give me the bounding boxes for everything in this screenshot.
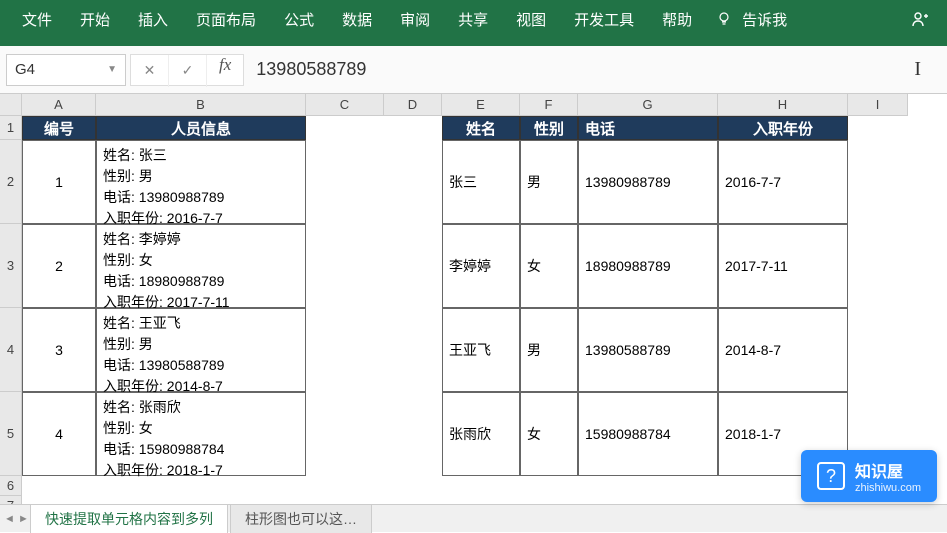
menu-help[interactable]: 帮助 bbox=[648, 0, 706, 38]
cell-B3[interactable]: 姓名: 李婷婷 性别: 女 电话: 18980988789 入职年份: 2017… bbox=[96, 224, 306, 308]
menu-data[interactable]: 数据 bbox=[328, 0, 386, 38]
tell-me[interactable]: 告诉我 bbox=[742, 0, 801, 38]
cell-G4[interactable]: 13980588789 bbox=[578, 308, 718, 392]
menu-layout[interactable]: 页面布局 bbox=[182, 0, 270, 38]
menu-share[interactable]: 共享 bbox=[444, 0, 502, 38]
cell-A1[interactable]: 编号 bbox=[22, 116, 96, 140]
col-header-C[interactable]: C bbox=[306, 94, 384, 116]
confirm-icon[interactable]: ✓ bbox=[169, 55, 207, 87]
row-header-3[interactable]: 3 bbox=[0, 224, 22, 308]
cell-E2[interactable]: 张三 bbox=[442, 140, 520, 224]
name-box[interactable]: G4 ▼ bbox=[6, 54, 126, 86]
spreadsheet: 1234567 ABCDEFGHI 编号人员信息姓名性别电话入职年份1姓名: 张… bbox=[0, 94, 947, 504]
text-cursor-icon: I bbox=[914, 58, 941, 81]
cell-F2[interactable]: 男 bbox=[520, 140, 578, 224]
watermark-title: 知识屋 bbox=[855, 458, 921, 482]
question-icon: ? bbox=[817, 462, 845, 490]
col-header-E[interactable]: E bbox=[442, 94, 520, 116]
cell-F1[interactable]: 性别 bbox=[520, 116, 578, 140]
sheet-tabs: ◄ ► 快速提取单元格内容到多列 柱形图也可以这… bbox=[0, 504, 947, 532]
cell-H1[interactable]: 入职年份 bbox=[718, 116, 848, 140]
cell-B2[interactable]: 姓名: 张三 性别: 男 电话: 13980988789 入职年份: 2016-… bbox=[96, 140, 306, 224]
cell-G1[interactable]: 电话 bbox=[578, 116, 718, 140]
row-header-2[interactable]: 2 bbox=[0, 140, 22, 224]
col-header-H[interactable]: H bbox=[718, 94, 848, 116]
lightbulb-icon bbox=[706, 11, 742, 27]
menu-file[interactable]: 文件 bbox=[8, 0, 66, 38]
cell-B1[interactable]: 人员信息 bbox=[96, 116, 306, 140]
col-header-A[interactable]: A bbox=[22, 94, 96, 116]
cell-E3[interactable]: 李婷婷 bbox=[442, 224, 520, 308]
cell-B5[interactable]: 姓名: 张雨欣 性别: 女 电话: 15980988784 入职年份: 2018… bbox=[96, 392, 306, 476]
cell-G3[interactable]: 18980988789 bbox=[578, 224, 718, 308]
cell-A3[interactable]: 2 bbox=[22, 224, 96, 308]
watermark-sub: zhishiwu.com bbox=[855, 482, 921, 494]
col-header-F[interactable]: F bbox=[520, 94, 578, 116]
row-header-6[interactable]: 6 bbox=[0, 476, 22, 496]
col-header-I[interactable]: I bbox=[848, 94, 908, 116]
cell-B4[interactable]: 姓名: 王亚飞 性别: 男 电话: 13980588789 入职年份: 2014… bbox=[96, 308, 306, 392]
fx-icon[interactable]: fx bbox=[207, 55, 243, 85]
formula-input[interactable] bbox=[248, 54, 910, 86]
cell-F5[interactable]: 女 bbox=[520, 392, 578, 476]
tab-nav-arrows[interactable]: ◄ ► bbox=[4, 513, 29, 525]
menu-review[interactable]: 审阅 bbox=[386, 0, 444, 38]
row-header-5[interactable]: 5 bbox=[0, 392, 22, 476]
cell-A2[interactable]: 1 bbox=[22, 140, 96, 224]
menu-view[interactable]: 视图 bbox=[502, 0, 560, 38]
menu-insert[interactable]: 插入 bbox=[124, 0, 182, 38]
row-header-1[interactable]: 1 bbox=[0, 116, 22, 140]
cell-A4[interactable]: 3 bbox=[22, 308, 96, 392]
name-box-value: G4 bbox=[15, 61, 35, 78]
col-header-G[interactable]: G bbox=[578, 94, 718, 116]
chevron-down-icon[interactable]: ▼ bbox=[107, 64, 117, 75]
cell-G2[interactable]: 13980988789 bbox=[578, 140, 718, 224]
menu-home[interactable]: 开始 bbox=[66, 0, 124, 38]
cell-E5[interactable]: 张雨欣 bbox=[442, 392, 520, 476]
share-user-icon[interactable] bbox=[901, 10, 939, 28]
watermark-badge: ? 知识屋 zhishiwu.com bbox=[801, 450, 937, 502]
cell-H3[interactable]: 2017-7-11 bbox=[718, 224, 848, 308]
cell-G5[interactable]: 15980988784 bbox=[578, 392, 718, 476]
menu-dev[interactable]: 开发工具 bbox=[560, 0, 648, 38]
cell-E4[interactable]: 王亚飞 bbox=[442, 308, 520, 392]
col-header-D[interactable]: D bbox=[384, 94, 442, 116]
cancel-icon[interactable]: ✕ bbox=[131, 55, 169, 87]
sheet-tab-2[interactable]: 柱形图也可以这… bbox=[230, 504, 372, 533]
cell-H4[interactable]: 2014-8-7 bbox=[718, 308, 848, 392]
select-all-corner[interactable] bbox=[0, 94, 22, 116]
formula-bar: G4 ▼ ✕ ✓ fx I bbox=[0, 46, 947, 94]
menu-formula[interactable]: 公式 bbox=[270, 0, 328, 38]
cell-F3[interactable]: 女 bbox=[520, 224, 578, 308]
row-header-4[interactable]: 4 bbox=[0, 308, 22, 392]
sheet-tab-active[interactable]: 快速提取单元格内容到多列 bbox=[30, 504, 228, 533]
cell-A5[interactable]: 4 bbox=[22, 392, 96, 476]
ribbon-menu: 文件 开始 插入 页面布局 公式 数据 审阅 共享 视图 开发工具 帮助 告诉我 bbox=[0, 0, 947, 38]
cell-E1[interactable]: 姓名 bbox=[442, 116, 520, 140]
cell-H2[interactable]: 2016-7-7 bbox=[718, 140, 848, 224]
col-header-B[interactable]: B bbox=[96, 94, 306, 116]
cell-F4[interactable]: 男 bbox=[520, 308, 578, 392]
